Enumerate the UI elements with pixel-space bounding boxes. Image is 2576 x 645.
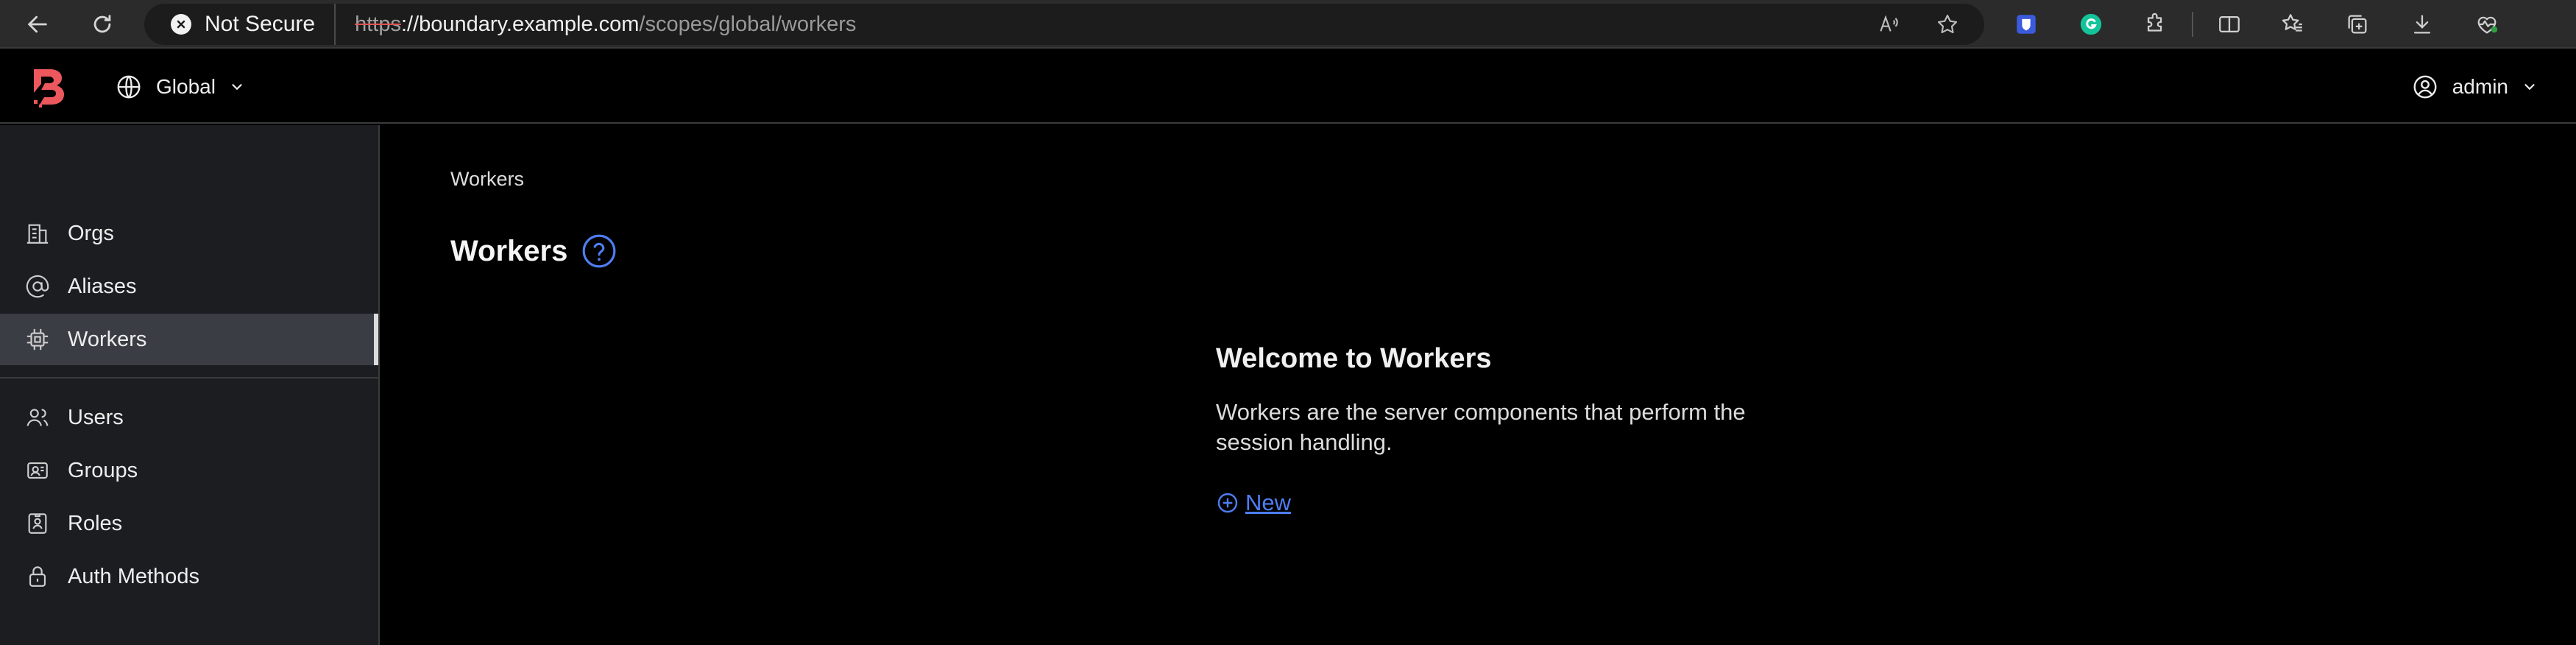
sidebar-item-roles[interactable]: Roles — [0, 498, 378, 549]
help-icon[interactable] — [581, 233, 618, 269]
read-aloud-icon[interactable] — [1874, 10, 1903, 39]
address-bar[interactable]: Not Secure https://boundary.example.com/… — [144, 4, 1984, 45]
sidebar-item-workers[interactable]: Workers — [0, 314, 378, 365]
security-label: Not Secure — [205, 12, 316, 36]
users-icon — [26, 409, 49, 426]
empty-state-description: Workers are the server components that p… — [1216, 399, 1746, 455]
sidebar-item-label: Orgs — [68, 221, 114, 245]
cpu-icon — [26, 328, 49, 350]
user-label: admin — [2452, 75, 2508, 98]
empty-state-title: Welcome to Workers — [1216, 343, 1492, 374]
plus-circle-icon — [1217, 493, 1238, 513]
globe-icon — [117, 75, 141, 99]
sidebar-item-label: Auth Methods — [68, 564, 199, 588]
reload-button[interactable] — [84, 6, 121, 43]
reload-icon — [93, 15, 111, 33]
page-title: Workers — [450, 234, 568, 267]
toolbar-divider — [2192, 12, 2193, 37]
split-screen-icon[interactable] — [2212, 7, 2246, 41]
back-icon — [27, 15, 47, 33]
browser-toolbar: Not Secure https://boundary.example.com/… — [0, 0, 2576, 49]
not-secure-icon — [171, 14, 191, 35]
id-badge-icon — [28, 513, 47, 534]
sidebar-item-label: Aliases — [68, 274, 137, 298]
favorite-star-icon[interactable] — [1933, 10, 1962, 39]
sidebar-item-label: Roles — [68, 511, 123, 535]
sidebar-item-orgs[interactable]: Orgs — [0, 208, 378, 259]
at-sign-icon — [26, 275, 49, 298]
downloads-icon[interactable] — [2405, 7, 2439, 41]
page-title-row: Workers — [450, 233, 618, 269]
security-indicator[interactable]: Not Secure — [144, 4, 336, 45]
user-circle-icon — [2413, 75, 2437, 99]
browser-essentials-icon[interactable] — [2470, 7, 2504, 41]
building-icon — [26, 224, 49, 244]
empty-state: Welcome to Workers Workers are the serve… — [1216, 343, 1790, 518]
url-text[interactable]: https://boundary.example.com/scopes/glob… — [355, 13, 856, 37]
favorites-icon[interactable] — [2276, 7, 2310, 41]
url-host: ://boundary.example.com — [400, 12, 640, 36]
scope-label: Global — [156, 75, 216, 98]
back-button[interactable] — [19, 6, 56, 43]
url-protocol: https — [355, 12, 401, 36]
lock-icon — [29, 566, 46, 587]
boundary-logo-icon[interactable] — [29, 66, 69, 109]
collections-icon[interactable] — [2340, 7, 2374, 41]
grammarly-icon[interactable] — [2074, 7, 2108, 41]
sidebar-item-label: Groups — [68, 458, 138, 482]
extensions-icon[interactable] — [2139, 7, 2173, 41]
scope-switcher[interactable]: Global — [115, 71, 245, 103]
chevron-down-icon — [2524, 84, 2535, 91]
main-content: Workers Workers Welcome to Workers Worke… — [381, 125, 2576, 645]
app-header: Global admin — [0, 50, 2576, 124]
groups-icon — [27, 462, 48, 479]
sidebar: Orgs Aliases Workers Users Groups Roles … — [0, 125, 380, 645]
chevron-down-icon — [232, 84, 242, 91]
sidebar-item-aliases[interactable]: Aliases — [0, 261, 378, 312]
sidebar-item-label: Users — [68, 405, 124, 429]
sidebar-item-users[interactable]: Users — [0, 392, 378, 443]
breadcrumb[interactable]: Workers — [450, 168, 524, 191]
sidebar-divider — [0, 377, 378, 378]
new-worker-link[interactable]: New — [1216, 490, 1291, 516]
new-worker-label: New — [1245, 490, 1292, 515]
sidebar-item-label: Workers — [68, 327, 147, 351]
sidebar-item-auth-methods[interactable]: Auth Methods — [0, 551, 378, 602]
url-path: /scopes/global/workers — [639, 12, 857, 36]
bitwarden-icon[interactable] — [2009, 7, 2043, 41]
sidebar-item-groups[interactable]: Groups — [0, 445, 378, 496]
user-menu[interactable]: admin — [2411, 71, 2538, 103]
